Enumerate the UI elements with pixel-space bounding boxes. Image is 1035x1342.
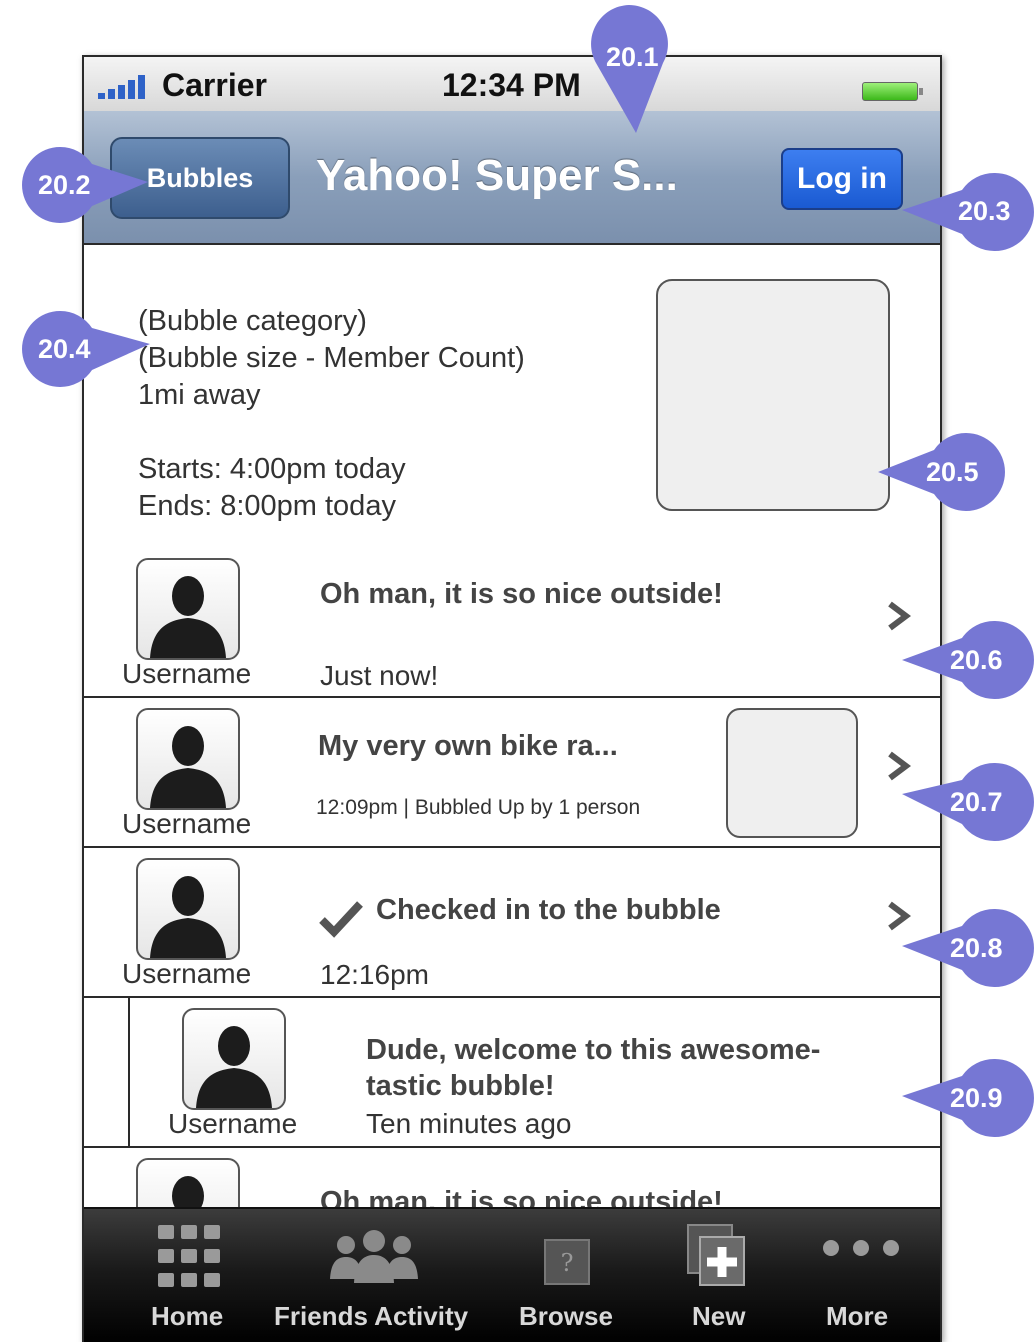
ellipsis-icon (823, 1240, 899, 1256)
post-time: 12:16pm (320, 959, 429, 990)
callout-20-4: 20.4 (20, 310, 152, 388)
bubble-image (656, 279, 890, 511)
callout-20-9: 20.9 (900, 1058, 1035, 1138)
post-time: Ten minutes ago (366, 1108, 572, 1139)
callout-20-1: 20.1 (588, 3, 670, 135)
avatar[interactable] (136, 708, 240, 810)
tab-browse-label: Browse (519, 1301, 613, 1331)
callout-20-7: 20.7 (900, 762, 1035, 842)
callout-20-2: 20.2 (20, 146, 150, 224)
bubble-category: (Bubble category) (138, 305, 367, 337)
reply-indent-line (128, 998, 130, 1146)
carrier-label: Carrier (162, 67, 267, 103)
tab-bar: Home Friends Activity ? Browse New More (84, 1207, 940, 1342)
checkmark-icon (319, 901, 363, 938)
post-meta: 12:09pm | Bubbled Up by 1 person (316, 796, 641, 819)
callout-20-3: 20.3 (900, 172, 1035, 252)
bubble-size: (Bubble size - Member Count) (138, 342, 525, 374)
post-title: Oh man, it is so nice outside! (320, 578, 723, 610)
grid-icon (158, 1225, 220, 1287)
bubble-end-time: Ends: 8:00pm today (138, 490, 396, 522)
navigation-bar: Bubbles Yahoo! Super S... Log in (84, 111, 940, 245)
person-icon (150, 876, 226, 958)
bubble-info-section: (Bubble category) (Bubble size - Member … (84, 243, 940, 550)
post-thumbnail[interactable] (726, 708, 858, 838)
reply-item[interactable]: Username Dude, welcome to this awesome- … (84, 998, 940, 1148)
bubble-start-time: Starts: 4:00pm today (138, 453, 406, 485)
username-label: Username (122, 808, 252, 839)
people-icon (330, 1230, 418, 1283)
feed-item[interactable]: Username Checked in to the bubble 12:16p… (84, 848, 940, 998)
callout-20-8: 20.8 (900, 908, 1035, 988)
tab-browse[interactable]: ? Browse (494, 1209, 644, 1342)
post-time: Just now! (320, 660, 439, 691)
avatar[interactable] (136, 858, 240, 960)
person-icon (196, 1026, 272, 1108)
feed-item[interactable]: Username Oh man, it is so nice outside! … (84, 548, 940, 698)
login-button[interactable]: Log in (781, 148, 903, 210)
callout-20-5: 20.5 (876, 432, 1006, 512)
callout-20-6: 20.6 (900, 620, 1035, 700)
signal-icon (98, 75, 158, 99)
tab-more-label: More (826, 1301, 889, 1331)
reply-title-line1: Dude, welcome to this awesome- (366, 1034, 821, 1066)
username-label: Username (168, 1108, 298, 1139)
post-title: My very own bike ra... (318, 730, 618, 762)
status-bar: Carrier 12:34 PM (84, 57, 940, 111)
tab-friends-activity-label: Friends Activity (274, 1301, 469, 1331)
tab-new-label: New (692, 1301, 746, 1331)
battery-icon (862, 82, 923, 101)
username-label: Username (122, 658, 252, 689)
checkin-text: Checked in to the bubble (376, 894, 721, 926)
person-icon (150, 576, 226, 658)
page-title: Yahoo! Super S... (316, 151, 678, 200)
person-icon (150, 726, 226, 808)
question-box-icon: ? (544, 1239, 590, 1285)
tab-new[interactable]: New (664, 1209, 774, 1342)
tab-home-label: Home (151, 1301, 224, 1331)
plus-box-icon (687, 1224, 745, 1286)
tab-more[interactable]: More (794, 1209, 934, 1342)
feed-item[interactable]: Username My very own bike ra... 12:09pm … (84, 698, 940, 848)
clock: 12:34 PM (442, 67, 581, 103)
username-label: Username (122, 958, 252, 989)
bubble-distance: 1mi away (138, 379, 261, 411)
reply-title-line2: tastic bubble! (366, 1070, 555, 1102)
avatar[interactable] (182, 1008, 286, 1110)
svg-text:?: ? (561, 1249, 574, 1277)
avatar[interactable] (136, 558, 240, 660)
tab-friends-activity[interactable]: Friends Activity (260, 1209, 480, 1342)
phone-frame: Carrier 12:34 PM Bubbles Yahoo! Super S.… (82, 55, 942, 1342)
